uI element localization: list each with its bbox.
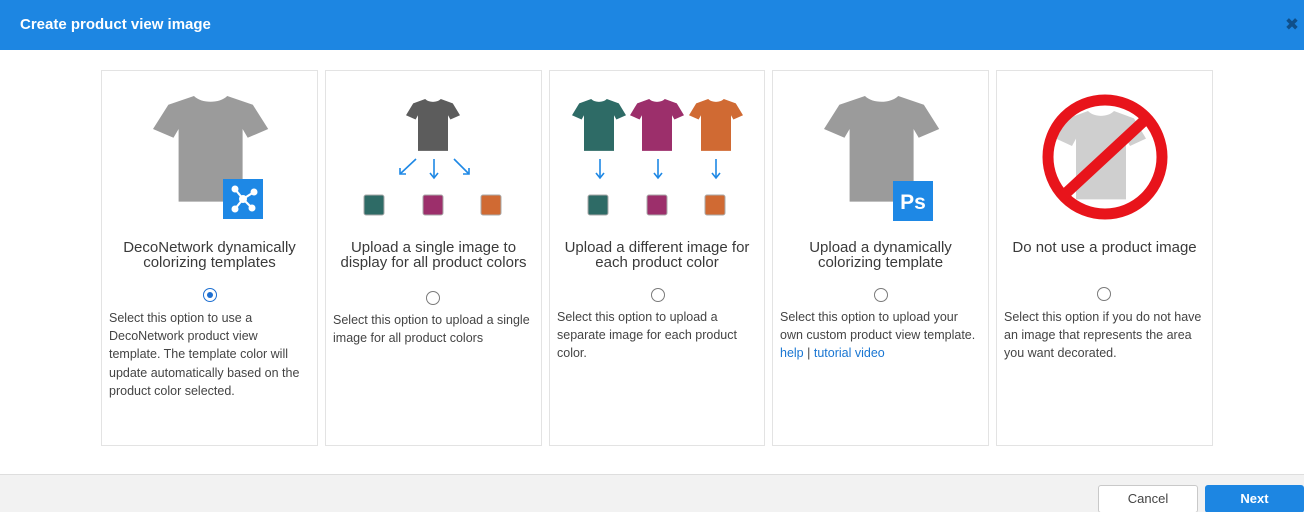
option-title: Do not use a product image <box>1012 239 1197 256</box>
option-radio[interactable] <box>203 288 217 302</box>
option-description: Select this option to upload a separate … <box>557 310 737 361</box>
color-swatch <box>422 194 444 216</box>
option-card-single-image[interactable]: Upload a single image to display for all… <box>325 70 542 446</box>
option-card-no-image[interactable]: Do not use a product image Select this o… <box>996 70 1213 446</box>
option-radio[interactable] <box>1097 287 1111 301</box>
svg-text:Ps: Ps <box>900 191 926 214</box>
color-swatch <box>646 194 668 216</box>
create-product-view-dialog: Create product view image ✖ DecoNetwork … <box>0 0 1304 512</box>
option-description: Select this option to use a DecoNetwork … <box>109 311 300 398</box>
option-card-deconetwork-templates[interactable]: DecoNetwork dynamically colorizing templ… <box>101 70 318 446</box>
tshirt-icon <box>572 99 626 151</box>
color-swatch <box>480 194 502 216</box>
help-link[interactable]: help <box>780 346 804 360</box>
close-icon[interactable]: ✖ <box>1282 14 1302 36</box>
tshirt-icon <box>689 99 743 151</box>
dialog-footer: Cancel Next <box>0 474 1304 512</box>
arrow-icon <box>595 159 721 180</box>
option-title: DecoNetwork dynamically colorizing templ… <box>123 239 296 271</box>
dialog-title: Create product view image <box>20 16 211 33</box>
option-description: Select this option if you do not have an… <box>1004 310 1202 361</box>
link-separator: | <box>807 346 811 361</box>
option-description: Select this option to upload a single im… <box>333 313 530 346</box>
color-swatch <box>704 194 726 216</box>
option-description: Select this option to upload your own cu… <box>780 308 980 363</box>
option-card-per-color-image[interactable]: Upload a different image for each produc… <box>549 70 765 446</box>
options-row: DecoNetwork dynamically colorizing templ… <box>101 70 1213 446</box>
option-radio[interactable] <box>426 291 440 305</box>
option-illustration <box>997 71 1212 231</box>
no-image-icon <box>1042 94 1168 220</box>
option-radio[interactable] <box>874 288 888 302</box>
tshirt-icon <box>406 99 460 151</box>
option-title: Upload a single image to display for all… <box>340 239 527 271</box>
tshirt-icon <box>630 99 684 151</box>
cancel-button[interactable]: Cancel <box>1098 485 1198 512</box>
color-swatch <box>363 194 385 216</box>
deconetwork-logo-icon <box>223 179 263 219</box>
arrow-icon <box>399 158 470 180</box>
option-title: Upload a dynamically colorizing template <box>809 239 952 271</box>
option-description-text: Select this option to upload your own cu… <box>780 310 976 343</box>
color-swatch <box>587 194 609 216</box>
photoshop-icon: Ps <box>893 181 933 221</box>
option-title: Upload a different image for each produc… <box>564 239 750 271</box>
option-illustration <box>102 71 317 231</box>
dialog-header: Create product view image ✖ <box>0 0 1304 50</box>
option-illustration: Ps <box>773 71 988 231</box>
option-illustration <box>326 71 541 231</box>
option-illustration <box>550 71 764 231</box>
tutorial-video-link[interactable]: tutorial video <box>814 346 885 360</box>
option-radio[interactable] <box>651 288 665 302</box>
next-button[interactable]: Next <box>1205 485 1304 512</box>
option-card-upload-template[interactable]: Ps Upload a dynamically colorizing templ… <box>772 70 989 446</box>
